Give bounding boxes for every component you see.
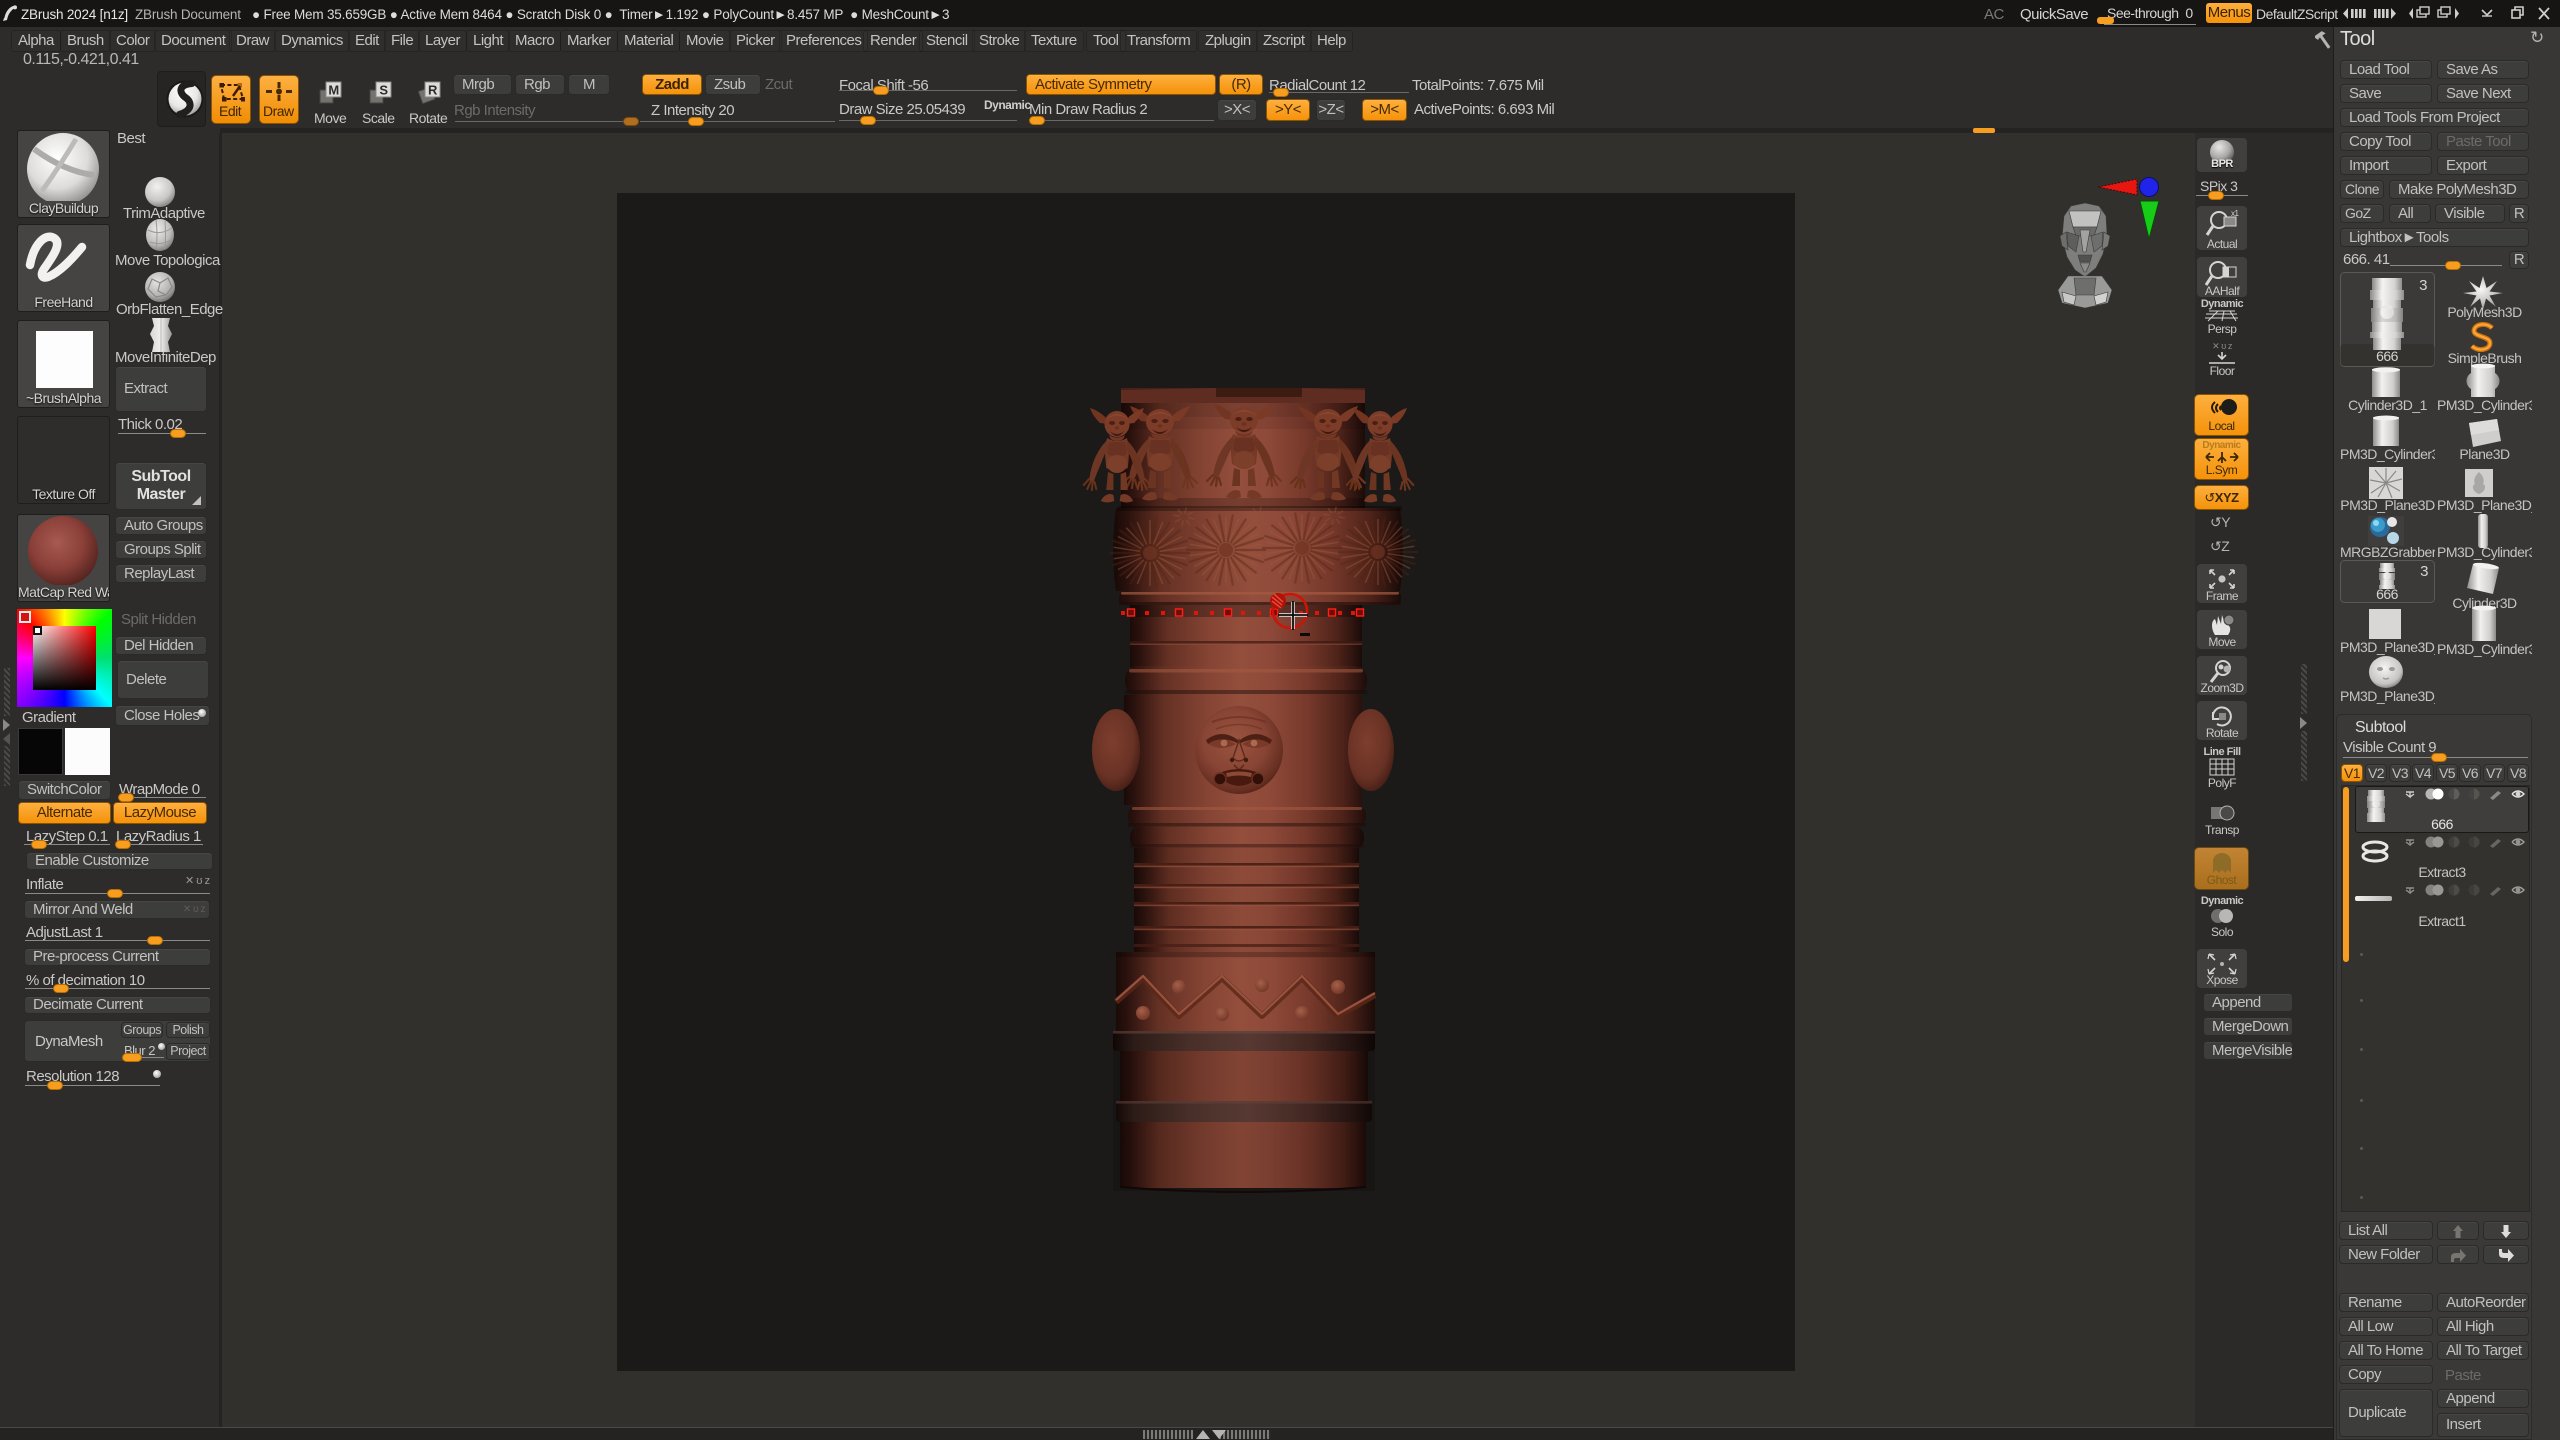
svg-text:666: 666 xyxy=(2376,586,2399,602)
svg-text:M: M xyxy=(328,83,338,98)
svg-text:3: 3 xyxy=(2419,277,2427,294)
svg-text:666: 666 xyxy=(2376,348,2399,364)
svg-text:S: S xyxy=(379,83,388,98)
svg-text:3: 3 xyxy=(2420,563,2428,580)
svg-text:BPR: BPR xyxy=(2211,158,2233,169)
svg-text:R: R xyxy=(428,83,438,98)
svg-text:x1: x1 xyxy=(2231,209,2239,218)
